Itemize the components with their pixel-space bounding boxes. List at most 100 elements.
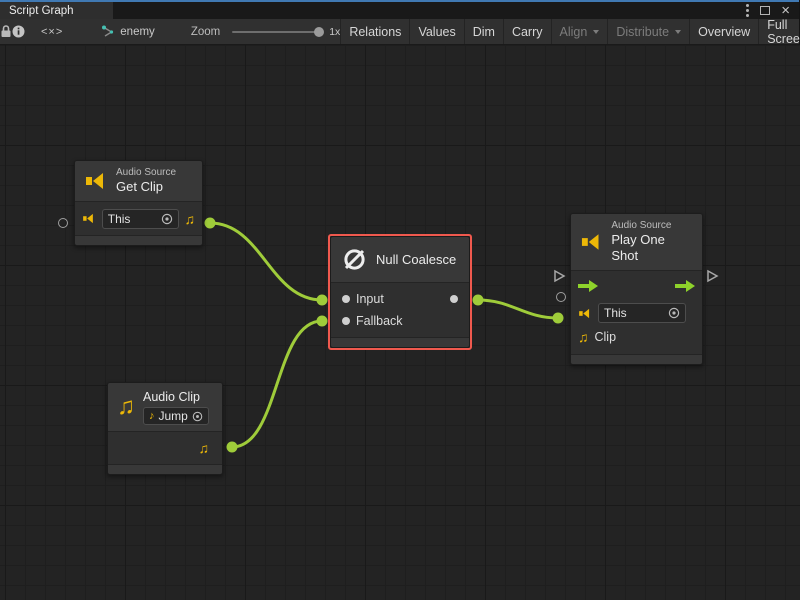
input-port[interactable] <box>342 295 350 303</box>
zoom-label: Zoom <box>191 26 220 38</box>
node-null-coalesce[interactable]: Null Coalesce Input Fallback <box>330 236 470 348</box>
play-one-shot-header: Audio Source Play One Shot <box>571 214 702 270</box>
info-icon[interactable] <box>12 19 25 44</box>
clip-input-icon: ♫ <box>578 330 589 344</box>
flow-out-arrow-icon[interactable] <box>675 280 695 292</box>
input-row: Input <box>331 288 469 310</box>
field-value: This <box>108 212 131 226</box>
flow-in-arrow-icon[interactable] <box>578 280 598 292</box>
node-audio-clip[interactable]: ♫ Audio Clip ♪ Jump ♫ <box>107 382 223 475</box>
close-icon[interactable]: × <box>781 6 790 16</box>
audio-clip-icon: ♫ <box>117 395 135 419</box>
audio-clip-body: ♫ <box>108 431 222 465</box>
audio-source-icon <box>580 231 603 253</box>
node-play-one-shot[interactable]: Audio Source Play One Shot <box>570 213 703 365</box>
graph-breadcrumb[interactable]: enemy <box>101 19 155 44</box>
dim-button[interactable]: Dim <box>464 19 503 44</box>
object-picker-icon[interactable] <box>668 307 680 319</box>
wire-endpoint[interactable] <box>317 316 328 327</box>
field-value: This <box>604 306 627 320</box>
flow-in-port[interactable] <box>553 269 566 283</box>
graph-icon <box>101 25 115 38</box>
object-picker-icon[interactable] <box>192 411 203 422</box>
input-port-label: Input <box>356 292 384 306</box>
node-title: Null Coalesce <box>376 252 456 268</box>
node-category: Audio Source <box>116 167 176 179</box>
wire-endpoint[interactable] <box>227 442 238 453</box>
relations-button[interactable]: Relations <box>340 19 409 44</box>
wire-endpoint[interactable] <box>317 295 328 306</box>
fallback-port-label: Fallback <box>356 314 403 328</box>
node-title: Audio Clip <box>143 389 209 405</box>
graph-canvas[interactable]: Audio Source Get Clip This <box>0 45 800 600</box>
chevron-down-icon <box>675 30 681 34</box>
play-one-shot-target-row: This <box>571 301 702 325</box>
wire-endpoint[interactable] <box>473 295 484 306</box>
zoom-slider-handle[interactable] <box>314 27 324 37</box>
audio-source-icon <box>84 170 108 192</box>
fallback-port[interactable] <box>342 317 350 325</box>
node-category: Audio Source <box>611 220 693 232</box>
flow-out-port[interactable] <box>706 269 719 283</box>
maximize-icon[interactable] <box>760 6 770 15</box>
fallback-row: Fallback <box>331 310 469 332</box>
audio-clip-mini-icon: ♪ <box>149 409 155 423</box>
play-one-shot-body: This ♫ Clip <box>571 270 702 355</box>
graph-name: enemy <box>120 26 155 38</box>
values-button[interactable]: Values <box>409 19 463 44</box>
audio-clip-row: ♫ <box>108 432 222 464</box>
play-one-shot-target-field[interactable]: This <box>598 303 686 323</box>
play-one-shot-target-port[interactable] <box>556 292 566 302</box>
get-clip-header: Audio Source Get Clip <box>75 161 202 201</box>
full-screen-button[interactable]: Full Screen <box>758 19 800 44</box>
wire-getclip-to-input[interactable] <box>210 223 322 300</box>
play-one-shot-clip-row: ♫ Clip <box>571 325 702 349</box>
node-get-clip[interactable]: Audio Source Get Clip This <box>74 160 203 246</box>
script-graph-window: Script Graph × <×> <box>0 0 800 600</box>
get-clip-body: This ♫ <box>75 201 202 236</box>
lock-icon[interactable] <box>0 19 12 44</box>
wire-nullcoalesce-to-clip[interactable] <box>478 300 558 318</box>
audio-source-mini-icon <box>578 307 592 320</box>
wire-audioclip-to-fallback[interactable] <box>232 321 322 447</box>
node-title: Play One Shot <box>611 232 693 264</box>
tab-label: Script Graph <box>9 5 74 17</box>
carry-button[interactable]: Carry <box>503 19 551 44</box>
get-clip-target-input-port[interactable] <box>58 218 68 228</box>
null-coalesce-selection: Null Coalesce Input Fallback <box>328 234 472 350</box>
zoom-slider[interactable] <box>232 31 320 33</box>
graph-toolbar: <×> enemy Zoom 1x Relations Values Dim C… <box>0 19 799 45</box>
get-clip-footer <box>75 236 202 245</box>
kebab-menu-icon[interactable] <box>746 4 749 17</box>
clip-port-label: Clip <box>595 330 617 344</box>
toolbar-right-buttons: Relations Values Dim Carry Align Distrib… <box>340 19 800 44</box>
control-flow-row <box>571 271 702 301</box>
tab-script-graph[interactable]: Script Graph <box>0 2 113 19</box>
zoom-control: Zoom 1x <box>191 19 341 44</box>
field-value: Jump <box>159 409 188 423</box>
play-one-shot-footer <box>571 355 702 364</box>
get-clip-row: This ♫ <box>75 202 202 235</box>
audio-clip-output-icon[interactable]: ♫ <box>199 441 210 455</box>
zoom-value: 1x <box>329 26 340 38</box>
result-output-port[interactable] <box>450 295 458 303</box>
audio-clip-value-field[interactable]: ♪ Jump <box>143 407 209 425</box>
object-picker-icon[interactable] <box>161 213 173 225</box>
null-coalesce-body: Input Fallback <box>331 282 469 338</box>
align-button[interactable]: Align <box>551 19 608 44</box>
null-coalesce-footer <box>331 338 469 347</box>
wire-endpoint[interactable] <box>553 313 564 324</box>
tab-bar: Script Graph × <box>0 2 799 19</box>
chevron-down-icon <box>593 30 599 34</box>
get-clip-target-field[interactable]: This <box>102 209 179 229</box>
audio-source-mini-icon <box>82 212 96 225</box>
null-coalesce-icon <box>341 246 368 273</box>
audio-clip-header: ♫ Audio Clip ♪ Jump <box>108 383 222 431</box>
audio-clip-output-icon[interactable]: ♫ <box>185 212 196 226</box>
distribute-button[interactable]: Distribute <box>607 19 689 44</box>
null-coalesce-header: Null Coalesce <box>331 237 469 282</box>
overview-button[interactable]: Overview <box>689 19 758 44</box>
code-preview-icon[interactable]: <×> <box>25 19 79 44</box>
window-controls: × <box>746 2 799 19</box>
wire-endpoint[interactable] <box>205 218 216 229</box>
